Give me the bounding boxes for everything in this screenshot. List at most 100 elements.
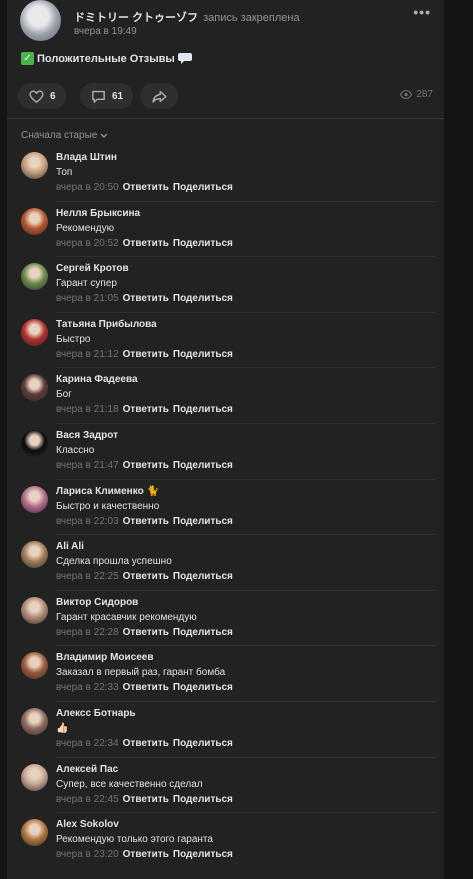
comment-text: Рекомендую только этого гаранта <box>56 834 213 846</box>
pinned-note: запись закреплена <box>203 12 300 24</box>
commenter-name: Вася Задрот <box>56 430 118 441</box>
views-count: 287 <box>416 89 433 100</box>
post-actions: 6 61 287 <box>18 83 433 109</box>
comment-time[interactable]: вчера в 22:25 <box>56 571 119 582</box>
comment-time[interactable]: вчера в 22:34 <box>56 738 119 749</box>
eye-icon <box>400 90 413 99</box>
reply-link[interactable]: Ответить <box>123 849 169 860</box>
reply-link[interactable]: Ответить <box>123 238 169 249</box>
share-link[interactable]: Поделиться <box>173 682 233 693</box>
reply-link[interactable]: Ответить <box>123 349 169 360</box>
commenter-avatar[interactable] <box>21 374 48 402</box>
comment-time[interactable]: вчера в 22:33 <box>56 682 119 693</box>
reply-link[interactable]: Ответить <box>123 571 169 582</box>
comment-item: Карина Фадеева Бог вчера в 21:18 Ответить По… <box>21 372 437 428</box>
share-link[interactable]: Поделиться <box>173 182 233 193</box>
commenter-name-text[interactable]: Владимир Моисеев <box>56 652 153 663</box>
share-arrow-icon <box>151 90 167 103</box>
comment-time[interactable]: вчера в 22:28 <box>56 627 119 638</box>
commenter-avatar[interactable] <box>21 318 48 346</box>
commenter-avatar[interactable] <box>21 485 48 513</box>
commenter-avatar[interactable] <box>21 152 48 179</box>
commenter-name-text[interactable]: Ali Ali <box>56 541 84 552</box>
commenter-name-text[interactable]: Сергей Кротов <box>56 263 129 274</box>
comment-text: Заказал в первый раз, гарант бомба <box>56 667 226 679</box>
commenter-avatar[interactable] <box>21 707 48 735</box>
sort-dropdown[interactable]: Сначала старые <box>21 130 108 141</box>
page-background <box>444 0 473 879</box>
commenter-name-text[interactable]: Карина Фадеева <box>56 374 138 385</box>
like-button[interactable]: 6 <box>18 83 66 109</box>
commenter-name-text[interactable]: Алексс Ботнарь <box>56 708 136 719</box>
share-link[interactable]: Поделиться <box>173 794 233 805</box>
commenter-avatar[interactable] <box>21 763 48 791</box>
commenter-name: Карина Фадеева <box>56 374 138 385</box>
comment-time[interactable]: вчера в 21:47 <box>56 460 119 471</box>
comment-divider <box>56 534 437 536</box>
comment-meta: вчера в 22:28 Ответить Поделиться <box>56 627 233 638</box>
commenter-name: Владимир Моисеев <box>56 652 153 663</box>
commenter-name-text[interactable]: Алексей Пас <box>56 764 118 775</box>
share-link[interactable]: Поделиться <box>173 293 233 304</box>
comment-text: Быстро и качественно <box>56 500 160 512</box>
commenter-avatar[interactable] <box>21 819 48 847</box>
comment-text: Быстро <box>56 333 91 345</box>
comment-time[interactable]: вчера в 22:03 <box>56 516 119 527</box>
commenter-avatar[interactable] <box>21 652 48 680</box>
post-date[interactable]: вчера в 19:49 <box>74 26 137 37</box>
reply-link[interactable]: Ответить <box>123 404 169 415</box>
commenter-name-text[interactable]: Виктор Сидоров <box>56 597 138 608</box>
reply-link[interactable]: Ответить <box>123 627 169 638</box>
comment-time[interactable]: вчера в 21:12 <box>56 349 119 360</box>
comment-text: Гарант супер <box>56 278 117 290</box>
comment-time[interactable]: вчера в 20:52 <box>56 238 119 249</box>
reply-link[interactable]: Ответить <box>123 794 169 805</box>
commenter-name: Алексей Пас <box>56 764 118 775</box>
commenter-avatar[interactable] <box>21 263 48 291</box>
share-link[interactable]: Поделиться <box>173 404 233 415</box>
author-avatar[interactable] <box>20 0 61 41</box>
reply-link[interactable]: Ответить <box>123 682 169 693</box>
commenter-name-text[interactable]: Alex Sokolov <box>56 819 119 830</box>
comment-time[interactable]: вчера в 23:20 <box>56 849 119 860</box>
author-name[interactable]: ドミトリー クトゥーゾフ <box>74 12 198 24</box>
reply-link[interactable]: Ответить <box>123 293 169 304</box>
post-text-label: Положительные Отзывы <box>37 52 175 65</box>
comment-time[interactable]: вчера в 22:45 <box>56 794 119 805</box>
share-link[interactable]: Поделиться <box>173 627 233 638</box>
reply-link[interactable]: Ответить <box>123 460 169 471</box>
comment-time[interactable]: вчера в 20:50 <box>56 182 119 193</box>
post-card: ドミトリー クトゥーゾフ запись закреплена вчера в 1… <box>7 0 444 879</box>
commenter-name-text[interactable]: Вася Задрот <box>56 430 118 441</box>
commenter-name-text[interactable]: Влада Штин <box>56 152 117 163</box>
comment-time[interactable]: вчера в 21:18 <box>56 404 119 415</box>
commenter-avatar[interactable] <box>21 429 48 457</box>
share-link[interactable]: Поделиться <box>173 516 233 527</box>
commenter-avatar[interactable] <box>21 207 48 235</box>
comment-time[interactable]: вчера в 21:05 <box>56 293 119 304</box>
comment-text: Классно <box>56 444 95 456</box>
share-link[interactable]: Поделиться <box>173 460 233 471</box>
share-link[interactable]: Поделиться <box>173 349 233 360</box>
reply-link[interactable]: Ответить <box>123 738 169 749</box>
commenter-avatar[interactable] <box>21 596 48 624</box>
comment-divider <box>56 478 437 480</box>
comment-meta: вчера в 22:33 Ответить Поделиться <box>56 682 233 693</box>
reply-link[interactable]: Ответить <box>123 516 169 527</box>
commenter-name-text[interactable]: Нелля Брыксина <box>56 208 140 219</box>
commenter-name-text[interactable]: Татьяна Прибылова <box>56 319 157 330</box>
commenter-avatar[interactable] <box>21 541 48 569</box>
comment-meta: вчера в 23:20 Ответить Поделиться <box>56 849 233 860</box>
share-link[interactable]: Поделиться <box>173 738 233 749</box>
comment-button[interactable]: 61 <box>80 83 134 109</box>
reply-link[interactable]: Ответить <box>123 182 169 193</box>
share-link[interactable]: Поделиться <box>173 571 233 582</box>
comment-divider <box>56 700 437 702</box>
more-menu-icon[interactable]: ••• <box>413 4 431 20</box>
comment-meta: вчера в 22:34 Ответить Поделиться <box>56 738 233 749</box>
commenter-name-text[interactable]: Лариса Клименко <box>56 486 144 497</box>
share-link[interactable]: Поделиться <box>173 238 233 249</box>
share-link[interactable]: Поделиться <box>173 849 233 860</box>
share-button[interactable] <box>140 83 178 109</box>
comment-text: Рекомендую <box>56 222 115 234</box>
